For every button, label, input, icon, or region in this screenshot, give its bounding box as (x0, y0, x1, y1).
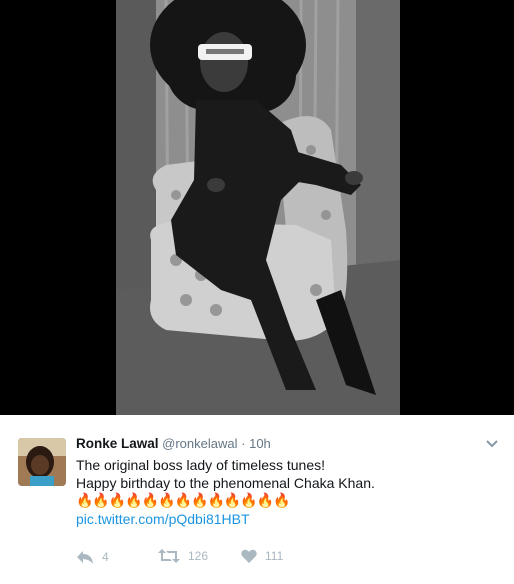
tweet-line-1: The original boss lady of timeless tunes… (76, 457, 326, 473)
tweet-line-2: Happy birthday to the phenomenal Chaka K… (76, 475, 375, 491)
tweet-text: The original boss lady of timeless tunes… (76, 456, 496, 528)
chevron-down-icon[interactable] (486, 437, 498, 451)
photo-illustration (116, 0, 400, 415)
fire-emoji-row: 🔥🔥🔥🔥🔥🔥🔥🔥🔥🔥🔥🔥🔥 (76, 493, 291, 509)
tweet-media[interactable] (0, 0, 514, 415)
like-count: 111 (265, 549, 284, 563)
tweet-photo[interactable] (116, 0, 400, 415)
retweet-count: 126 (188, 549, 209, 563)
avatar-image (18, 438, 66, 486)
retweet-button[interactable]: 126 (158, 549, 208, 563)
author-handle[interactable]: @ronkelawal (162, 436, 237, 451)
author-name[interactable]: Ronke Lawal (76, 436, 159, 451)
tweet-timestamp[interactable]: 10h (249, 436, 271, 451)
reply-button[interactable]: 4 (76, 549, 109, 565)
like-button[interactable]: 111 (241, 549, 283, 563)
separator-dot: · (241, 436, 246, 451)
tweet-header: Ronke Lawal @ronkelawal · 10h (76, 436, 271, 451)
retweet-icon (158, 549, 180, 563)
reply-icon (77, 551, 93, 564)
media-link[interactable]: pic.twitter.com/pQdbi81HBT (76, 510, 496, 528)
avatar[interactable] (18, 438, 66, 486)
heart-icon (241, 549, 257, 563)
reply-count: 4 (102, 550, 109, 564)
tweet-card[interactable]: Ronke Lawal @ronkelawal · 10h The origin… (0, 415, 514, 584)
